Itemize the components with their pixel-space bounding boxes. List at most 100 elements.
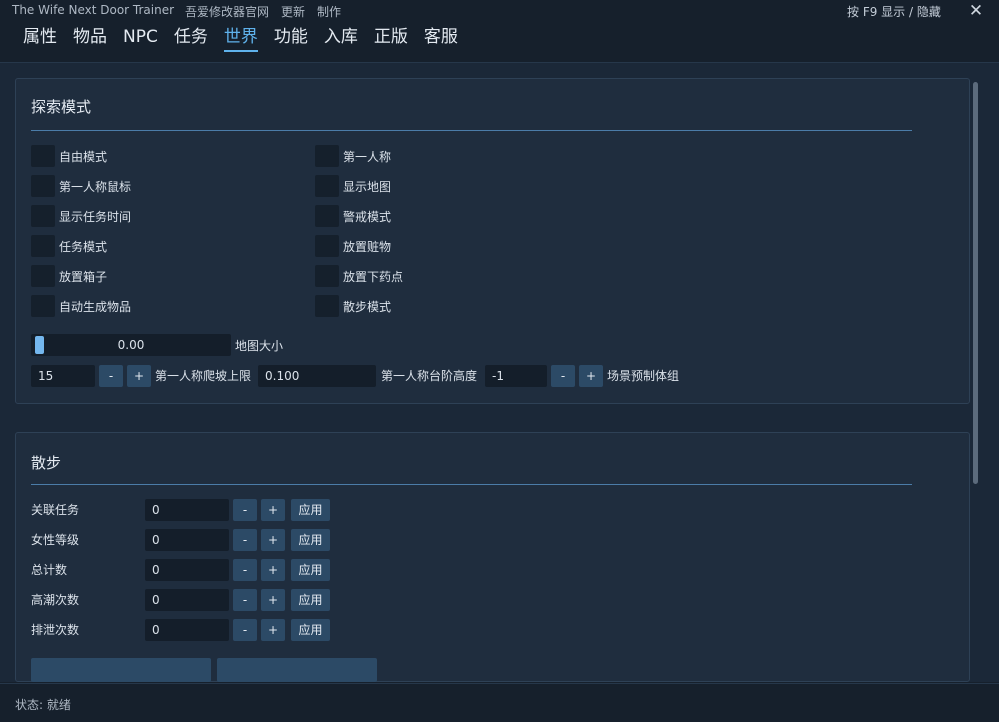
tab-genuine[interactable]: 正版 [374,26,408,52]
walk-panel-title: 散步 [31,454,62,472]
tab-attributes[interactable]: 属性 [23,26,57,52]
credits-link[interactable]: 制作 [317,3,341,20]
walk-panel: 散步 [15,432,970,682]
app-title: The Wife Next Door Trainer [12,3,175,17]
walk-row-label: 关联任务 [31,503,80,517]
excretion-count-apply-button[interactable]: 应用 [291,619,330,641]
climax-count-apply-button[interactable]: 应用 [291,589,330,611]
toggle-place-drug-point[interactable]: 放置下药点 [315,265,403,287]
step-height-label: 第一人称台阶高度 [381,369,478,383]
toggle-label: 散步模式 [343,299,392,314]
walk-row-label: 女性等级 [31,533,80,547]
climax-count-increment-button[interactable]: + [261,589,285,611]
total-count-increment-button[interactable]: + [261,559,285,581]
walk-action-button[interactable] [31,658,211,682]
female-level-apply-button[interactable]: 应用 [291,529,330,551]
close-icon[interactable]: ✕ [962,0,990,24]
prefab-increment-button[interactable]: + [579,365,603,387]
checkbox[interactable] [315,175,339,197]
toggle-place-loot[interactable]: 放置赃物 [315,235,391,257]
toggle-label: 放置下药点 [343,269,404,284]
slope-limit-label: 第一人称爬坡上限 [155,369,252,383]
tab-bar: 属性 物品 NPC 任务 世界 功能 入库 正版 客服 [23,26,458,52]
tab-import[interactable]: 入库 [324,26,358,52]
toggle-label: 警戒模式 [343,209,392,224]
map-size-slider[interactable]: 0.00 [31,334,231,356]
excretion-count-decrement-button[interactable]: - [233,619,257,641]
explore-divider [31,130,912,131]
toggle-label: 放置箱子 [59,269,108,284]
checkbox[interactable] [315,235,339,257]
tab-support[interactable]: 客服 [424,26,458,52]
map-size-label: 地图大小 [235,339,284,353]
toggle-walk-mode[interactable]: 散步模式 [315,295,391,317]
checkbox[interactable] [31,265,55,287]
toggle-first-person[interactable]: 第一人称 [315,145,391,167]
toggle-label: 第一人称鼠标 [59,179,132,194]
checkbox[interactable] [31,175,55,197]
toggle-alert-mode[interactable]: 警戒模式 [315,205,391,227]
checkbox[interactable] [315,205,339,227]
toggle-label: 显示地图 [343,179,392,194]
excretion-count-increment-button[interactable]: + [261,619,285,641]
checkbox[interactable] [31,205,55,227]
excretion-count-input[interactable]: 0 [145,619,229,641]
prefab-decrement-button[interactable]: - [551,365,575,387]
walk-row-label: 高潮次数 [31,593,80,607]
slope-decrement-button[interactable]: - [99,365,123,387]
toggle-first-person-mouse[interactable]: 第一人称鼠标 [31,175,131,197]
tab-npc[interactable]: NPC [123,26,158,52]
status-text: 状态: 就绪 [15,698,71,712]
toggle-show-quest-time[interactable]: 显示任务时间 [31,205,131,227]
prefab-group-input[interactable]: -1 [485,365,547,387]
scrollbar-thumb[interactable] [973,82,978,484]
female-level-decrement-button[interactable]: - [233,529,257,551]
linked-quest-apply-button[interactable]: 应用 [291,499,330,521]
linked-quest-decrement-button[interactable]: - [233,499,257,521]
toggle-label: 显示任务时间 [59,209,132,224]
walk-divider [31,484,912,485]
toggle-quest-mode[interactable]: 任务模式 [31,235,107,257]
checkbox[interactable] [31,235,55,257]
step-height-input[interactable]: 0.100 [258,365,376,387]
toggle-label: 自动生成物品 [59,299,132,314]
female-level-input[interactable]: 0 [145,529,229,551]
tab-quests[interactable]: 任务 [174,26,208,52]
tab-items[interactable]: 物品 [73,26,107,52]
total-count-apply-button[interactable]: 应用 [291,559,330,581]
checkbox[interactable] [31,145,55,167]
toggle-place-box[interactable]: 放置箱子 [31,265,107,287]
title-links: 吾爱修改器官网 更新 制作 [185,3,341,20]
total-count-input[interactable]: 0 [145,559,229,581]
linked-quest-increment-button[interactable]: + [261,499,285,521]
toggle-show-map[interactable]: 显示地图 [315,175,391,197]
tab-functions[interactable]: 功能 [274,26,308,52]
climax-count-input[interactable]: 0 [145,589,229,611]
title-bar: The Wife Next Door Trainer 吾爱修改器官网 更新 制作… [0,0,999,62]
tab-world[interactable]: 世界 [223,26,258,52]
checkbox[interactable] [315,145,339,167]
toggle-free-mode[interactable]: 自由模式 [31,145,107,167]
toggle-label: 任务模式 [59,239,108,254]
checkbox[interactable] [315,265,339,287]
explore-panel-title: 探索模式 [31,98,92,116]
total-count-decrement-button[interactable]: - [233,559,257,581]
slope-limit-input[interactable]: 15 [31,365,95,387]
update-link[interactable]: 更新 [281,3,305,20]
prefab-group-label: 场景预制体组 [607,369,680,383]
checkbox[interactable] [315,295,339,317]
linked-quest-input[interactable]: 0 [145,499,229,521]
official-site-link[interactable]: 吾爱修改器官网 [185,3,269,20]
map-size-value: 0.00 [117,338,145,352]
walk-action-button[interactable] [217,658,377,682]
checkbox[interactable] [31,295,55,317]
toggle-auto-generate-items[interactable]: 自动生成物品 [31,295,131,317]
toggle-label: 放置赃物 [343,239,392,254]
slope-increment-button[interactable]: + [127,365,151,387]
hotkey-hint: 按 F9 显示 / 隐藏 [847,5,941,19]
female-level-increment-button[interactable]: + [261,529,285,551]
toggle-label: 第一人称 [343,149,392,164]
climax-count-decrement-button[interactable]: - [233,589,257,611]
walk-row-label: 总计数 [31,563,68,577]
status-bar: 状态: 就绪 [0,683,999,722]
